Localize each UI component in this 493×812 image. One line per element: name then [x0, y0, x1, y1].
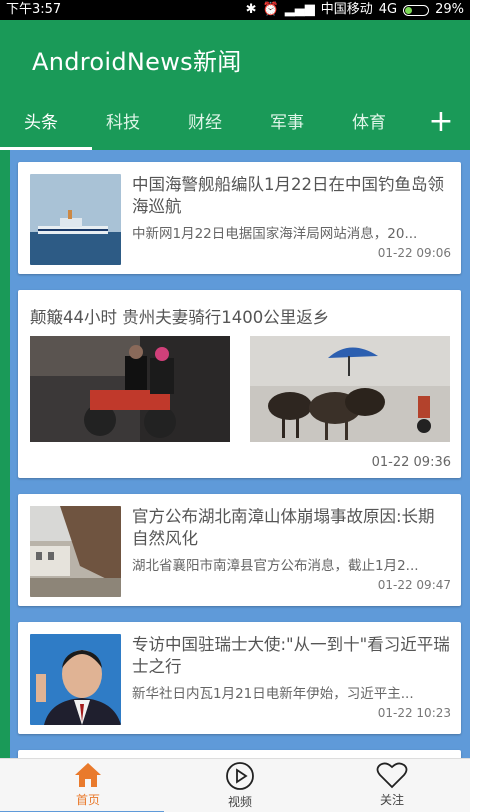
news-time: 01-22 09:47 [377, 578, 451, 592]
heart-icon [376, 762, 408, 789]
network-type: 4G [378, 2, 398, 17]
news-title: 官方公布湖北南漳山体崩塌事故原因:长期自然风化 [132, 507, 435, 548]
tab-finance[interactable]: 财经 [164, 102, 246, 150]
news-title: 中国海警舰船编队1月22日在中国钓鱼岛领海巡航 [132, 175, 444, 216]
nav-video-label: 视频 [227, 795, 252, 809]
news-card[interactable] [18, 750, 461, 758]
status-time: 下午3:57 [6, 2, 62, 17]
tab-tech[interactable]: 科技 [82, 102, 164, 150]
nav-home-label: 首页 [75, 793, 100, 807]
news-time: 01-22 09:36 [371, 455, 451, 470]
news-card[interactable]: 官方公布湖北南漳山体崩塌事故原因:长期自然风化 湖北省襄阳市南漳县官方公布消息，… [18, 494, 461, 606]
nav-home[interactable]: 首页 [10, 759, 166, 812]
alarm-icon: ⏰ [262, 2, 279, 17]
news-thumbnail [30, 174, 121, 265]
news-thumbnail [30, 506, 121, 597]
news-card[interactable]: 专访中国驻瑞士大使:"从一到十"看习近平瑞士之行 新华社日内瓦1月21日电新年伊… [18, 622, 461, 734]
news-image [30, 336, 230, 442]
news-title: 颠簸44小时 贵州夫妻骑行1400公里返乡 [30, 308, 330, 327]
app-bar: AndroidNews新闻 头条 科技 财经 军事 体育 + [0, 20, 470, 150]
phone-screen: 下午3:57 ✱ ⏰ ▂▄▆ 中国移动 4G 29% AndroidNews新闻… [0, 0, 470, 812]
nav-follow-label: 关注 [379, 793, 404, 807]
bluetooth-icon: ✱ [245, 2, 257, 17]
news-image [250, 336, 450, 442]
play-circle-icon [226, 762, 254, 790]
nav-follow[interactable]: 关注 [314, 759, 470, 812]
battery-fill [405, 6, 413, 14]
news-snippet: 中新网1月22日电据国家海洋局网站消息，20... [132, 226, 418, 242]
news-time: 01-22 09:06 [377, 246, 451, 260]
nav-video[interactable]: 视频 [162, 759, 318, 812]
news-snippet: 新华社日内瓦1月21日电新年伊始，习近平主... [132, 686, 414, 702]
news-thumbnail [30, 634, 121, 725]
signal-icon: ▂▄▆ [284, 2, 315, 17]
battery-percent: 29% [435, 2, 464, 17]
news-feed[interactable]: 中国海警舰船编队1月22日在中国钓鱼岛领海巡航 中新网1月22日电据国家海洋局网… [10, 150, 470, 758]
tab-military[interactable]: 军事 [246, 102, 328, 150]
news-card[interactable]: 中国海警舰船编队1月22日在中国钓鱼岛领海巡航 中新网1月22日电据国家海洋局网… [18, 162, 461, 274]
category-tabs: 头条 科技 财经 军事 体育 + [0, 102, 470, 150]
plus-icon[interactable]: + [426, 102, 456, 150]
battery-icon [403, 4, 430, 16]
tab-headlines[interactable]: 头条 [0, 102, 92, 150]
status-bar: 下午3:57 ✱ ⏰ ▂▄▆ 中国移动 4G 29% [0, 0, 470, 20]
home-icon [75, 763, 101, 787]
news-card-gallery[interactable]: 颠簸44小时 贵州夫妻骑行1400公里返乡 01-22 09:36 [18, 290, 461, 478]
screen-margin [470, 0, 493, 812]
news-title: 专访中国驻瑞士大使:"从一到十"看习近平瑞士之行 [132, 635, 450, 676]
news-time: 01-22 10:23 [377, 706, 451, 720]
status-icons: ✱ ⏰ ▂▄▆ 中国移动 4G 29% [246, 0, 464, 20]
carrier-name: 中国移动 [320, 2, 373, 17]
app-title: AndroidNews新闻 [32, 48, 242, 76]
news-snippet: 湖北省襄阳市南漳县官方公布消息，截止1月2... [132, 558, 419, 574]
tab-sports[interactable]: 体育 [328, 102, 410, 150]
bottom-navigation: 首页 视频 关注 [0, 758, 470, 812]
